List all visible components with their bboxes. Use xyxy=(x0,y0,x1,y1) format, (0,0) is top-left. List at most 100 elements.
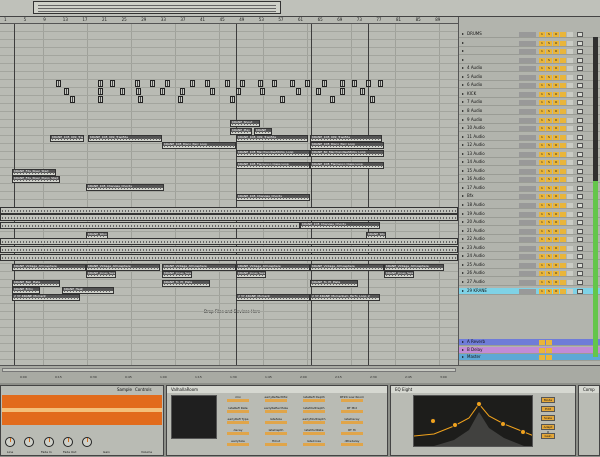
solo-button[interactable]: S xyxy=(546,228,552,234)
track-header[interactable]: 25 Audio 1SO xyxy=(459,262,600,269)
track-number-button[interactable]: 1 xyxy=(539,211,545,217)
audio-clip[interactable]: KRANE_108_MarchandiseSticks_Loop xyxy=(236,150,310,157)
arm-button[interactable]: O xyxy=(553,228,559,234)
audio-clip[interactable]: KRANE_Jones_Sweep xyxy=(162,271,192,278)
track-header[interactable]: DRUMS 1SO xyxy=(459,31,600,38)
track-name[interactable]: 25 Audio xyxy=(461,262,517,268)
audio-clip[interactable]: KRANE_108_Changes_Chords xyxy=(300,222,380,229)
arm-button[interactable]: O xyxy=(553,185,559,191)
solo-button[interactable]: S xyxy=(546,49,552,55)
monitor-button[interactable] xyxy=(567,91,573,97)
solo-button[interactable]: S xyxy=(546,168,552,174)
param-value-bar[interactable] xyxy=(227,421,249,424)
arm-button[interactable]: O xyxy=(553,271,559,277)
track-number-button[interactable]: 1 xyxy=(539,254,545,260)
track-volume-field[interactable] xyxy=(519,151,536,157)
audio-clip[interactable]: KRANE_108_Flamenco Claps Loop xyxy=(310,162,384,169)
track-header[interactable]: 21 Audio 1SO xyxy=(459,228,600,235)
audio-clip-long[interactable] xyxy=(0,222,300,229)
audio-clip-small[interactable] xyxy=(135,80,140,87)
return-track-name[interactable]: B Delay xyxy=(461,347,517,353)
valhalla-param[interactable]: dPredelay xyxy=(337,439,367,448)
audio-clip[interactable]: KRANE_108_909_Trapfide xyxy=(88,135,162,142)
audio-clip[interactable]: KRANE_FXs_Riser_Stad xyxy=(12,169,56,176)
track-number-button[interactable]: 1 xyxy=(539,40,545,46)
activator-button[interactable] xyxy=(560,100,566,106)
eq-band-2[interactable] xyxy=(452,422,458,428)
solo-button[interactable]: S xyxy=(546,151,552,157)
audio-clip[interactable]: KRANE_Vintage_Atmosphere xyxy=(86,264,160,271)
param-value-bar[interactable] xyxy=(341,432,363,435)
activator-button[interactable] xyxy=(560,49,566,55)
audio-clip-small[interactable] xyxy=(240,80,245,87)
track-number-button[interactable]: 1 xyxy=(539,32,545,37)
audio-clip-small[interactable] xyxy=(360,88,365,95)
audio-clip[interactable]: KRANE_Vintage_Atmosphere xyxy=(310,264,384,271)
valhalla-param[interactable]: decay xyxy=(223,428,253,437)
track-number-button[interactable]: 1 xyxy=(539,151,545,157)
activator-button[interactable] xyxy=(560,32,566,37)
arm-button[interactable]: O xyxy=(553,126,559,132)
solo-button[interactable]: S xyxy=(546,194,552,200)
track-name[interactable]: Bfx xyxy=(461,193,517,199)
track-name[interactable]: 22 Audio xyxy=(461,236,517,242)
track-number-button[interactable]: 1 xyxy=(539,279,545,285)
activator-button[interactable] xyxy=(560,74,566,80)
track-name[interactable]: 27 Audio xyxy=(461,279,517,285)
monitor-button[interactable] xyxy=(567,134,573,140)
solo-button[interactable]: S xyxy=(546,211,552,217)
param-value-bar[interactable] xyxy=(265,410,287,413)
audio-clip-long[interactable] xyxy=(0,214,458,221)
track-name[interactable] xyxy=(461,57,517,63)
audio-clip[interactable]: KRANE_108_Disco_Perc Loop xyxy=(162,142,236,149)
track-volume-field[interactable] xyxy=(519,126,536,132)
monitor-button[interactable] xyxy=(567,271,573,277)
activator-button[interactable] xyxy=(560,279,566,285)
arm-button[interactable]: O xyxy=(553,168,559,174)
track-name[interactable] xyxy=(461,48,517,54)
param-value-bar[interactable] xyxy=(227,410,249,413)
param-value-bar[interactable] xyxy=(303,410,325,413)
audio-clip[interactable]: KRANE_Bell_Plate xyxy=(12,280,60,287)
eq-adapt-q-button[interactable]: Adapt Q xyxy=(541,424,555,434)
track-name[interactable]: 4 Audio xyxy=(461,65,517,71)
track-volume-field[interactable] xyxy=(519,262,536,268)
track-header[interactable]: 26 Audio 1SO xyxy=(459,270,600,278)
track-name[interactable]: 18 Audio xyxy=(461,202,517,208)
monitor-button[interactable] xyxy=(567,151,573,157)
return-solo-button[interactable] xyxy=(546,340,552,345)
track-volume-field[interactable] xyxy=(519,49,536,55)
audio-clip-small[interactable] xyxy=(366,80,371,87)
audio-clip-small[interactable] xyxy=(280,96,285,103)
audio-clip[interactable]: KRANE_Vintage_Atmosphere xyxy=(162,264,236,271)
track-header[interactable]: 5 Audio 1SO xyxy=(459,74,600,81)
audio-clip-small[interactable] xyxy=(110,80,115,87)
valhalla-param[interactable]: lateDecay xyxy=(337,417,367,426)
return-track-header[interactable]: B Delay xyxy=(459,347,600,354)
fade-in-knob[interactable] xyxy=(24,437,35,447)
arm-button[interactable]: O xyxy=(553,288,559,294)
solo-button[interactable]: S xyxy=(546,288,552,294)
audio-clip[interactable]: 2 37-KRANE_Moment xyxy=(236,294,310,301)
arm-button[interactable]: O xyxy=(553,177,559,183)
audio-clip-small[interactable] xyxy=(370,96,375,103)
track-name[interactable]: 17 Audio xyxy=(461,185,517,191)
solo-button[interactable]: S xyxy=(546,32,552,37)
valhalla-param[interactable]: lateModDepth xyxy=(299,406,329,415)
track-volume-field[interactable] xyxy=(519,57,536,63)
return-track-name[interactable]: Master xyxy=(461,354,517,360)
solo-button[interactable]: S xyxy=(546,100,552,106)
track-volume-field[interactable] xyxy=(519,279,536,285)
solo-button[interactable]: S xyxy=(546,83,552,89)
arm-button[interactable]: O xyxy=(553,57,559,63)
solo-button[interactable]: S xyxy=(546,40,552,46)
param-value-bar[interactable] xyxy=(265,432,287,435)
activator-button[interactable] xyxy=(560,254,566,260)
audio-clip[interactable]: KRANE_108_909_Trapfide xyxy=(310,135,382,142)
track-header[interactable]: 16 Audio 1SO xyxy=(459,176,600,184)
track-header[interactable]: 4 Audio 1SO xyxy=(459,65,600,73)
track-name[interactable]: 5 Audio xyxy=(461,74,517,80)
solo-button[interactable]: S xyxy=(546,160,552,166)
eq-band-4[interactable] xyxy=(500,421,506,427)
track-number-button[interactable]: 1 xyxy=(539,91,545,97)
